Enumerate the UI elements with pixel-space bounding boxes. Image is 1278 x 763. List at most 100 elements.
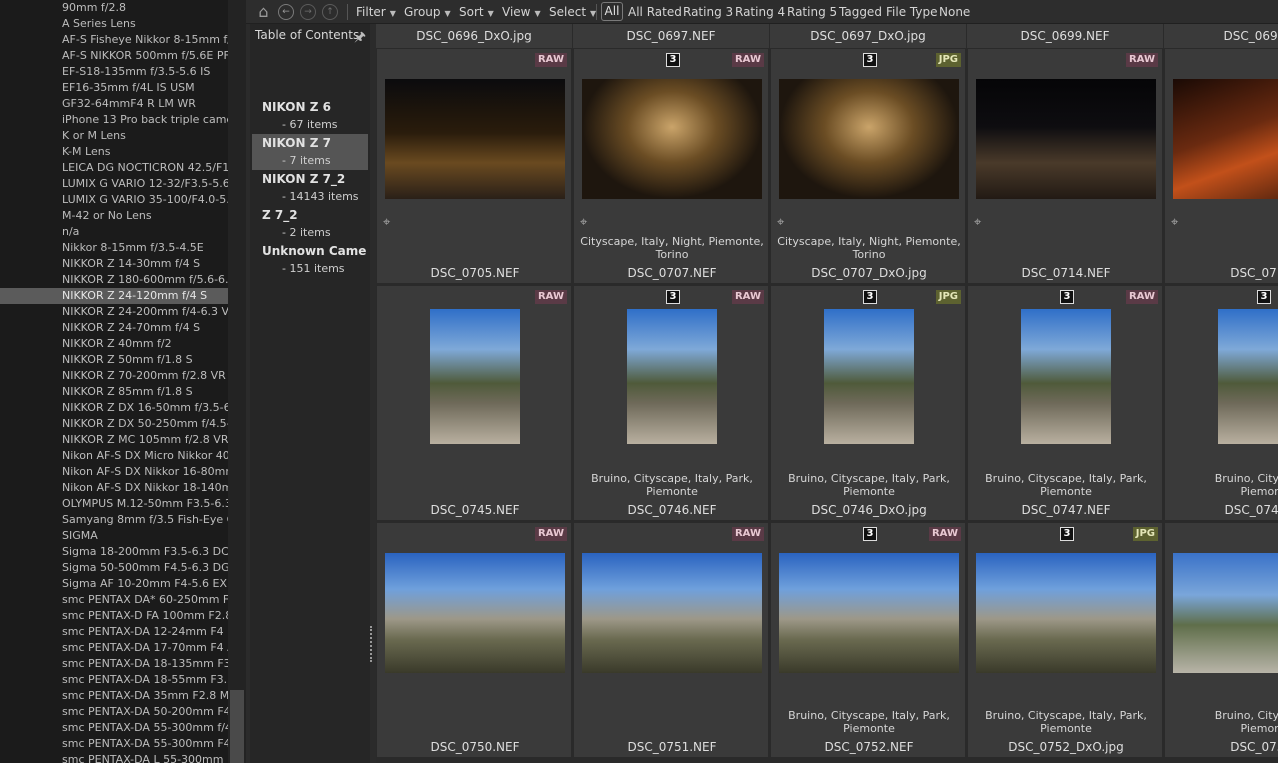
lens-list-item[interactable]: NIKKOR Z DX 16-50mm f/3.5-6.3 V [0,400,228,416]
lens-list-item[interactable]: OLYMPUS M.12-50mm F3.5-6.3 [0,496,228,512]
lens-list-item[interactable]: smc PENTAX-DA 35mm F2.8 Macro [0,688,228,704]
photo-thumbnail[interactable] [824,309,914,444]
lens-list-item[interactable]: LUMIX G VARIO 12-32/F3.5-5.6 [0,176,228,192]
thumbnail-cell[interactable]: JPG 3 ⌖ Cityscape, Italy, Night, Piemonte, T… [770,48,966,284]
up-arrow-icon[interactable]: ↑ [322,4,338,20]
thumbnail-cell[interactable]: RAW 3 Bruino, Cityscape, Italy, Park, Piemo… [967,285,1163,521]
photo-thumbnail[interactable] [976,553,1156,673]
view-menu[interactable]: View ▼ [502,5,541,19]
filter-tagged[interactable]: Tagged [839,5,882,19]
photo-thumbnail[interactable] [582,553,762,673]
lens-scrollbar[interactable] [228,0,246,763]
lens-list-item[interactable]: K-M Lens [0,144,228,160]
photo-thumbnail[interactable] [1173,79,1278,199]
group-menu[interactable]: Group ▼ [404,5,451,19]
lens-list-item[interactable]: NIKKOR Z 70-200mm f/2.8 VR S [0,368,228,384]
lens-list-item[interactable]: M-42 or No Lens [0,208,228,224]
lens-list-item[interactable]: smc PENTAX-D FA 100mm F2.8 Ma [0,608,228,624]
thumbnail-cell[interactable]: RAW ⌖ DSC_0714.NEF [967,48,1163,284]
lens-list-item[interactable]: GF32-64mmF4 R LM WR [0,96,228,112]
lens-list-item[interactable]: NIKKOR Z MC 105mm f/2.8 VR S [0,432,228,448]
panel-resize-handle[interactable] [370,626,372,662]
lens-list-item[interactable]: Sigma 50-500mm F4.5-6.3 DG OS H [0,560,228,576]
lens-list-item[interactable]: K or M Lens [0,128,228,144]
lens-list-item[interactable]: EF-S18-135mm f/3.5-5.6 IS [0,64,228,80]
lens-list-item[interactable]: NIKKOR Z 24-120mm f/4 S [0,288,228,304]
lens-list-item[interactable]: Sigma AF 10-20mm F4-5.6 EX DC d [0,576,228,592]
lens-list-item[interactable]: SIGMA [0,528,228,544]
filter-rating-5[interactable]: Rating 5 [787,5,837,19]
stack-count-badge[interactable]: 3 [863,527,877,541]
lens-list-item[interactable]: NIKKOR Z 24-70mm f/4 S [0,320,228,336]
photo-thumbnail[interactable] [385,553,565,673]
photo-thumbnail[interactable] [1021,309,1111,444]
thumbnail-cell[interactable]: RAW DSC_0745.NEF [376,285,572,521]
thumbnail-cell[interactable]: JPG 3 Bruino, Cityscape, Italy, Park, Piemo… [770,285,966,521]
lens-list-item[interactable]: smc PENTAX DA* 60-250mm F4 [IF [0,592,228,608]
thumbnail-cell[interactable]: JPG 3 Bruino, Cityscape, Italy, Park, Piemo… [967,522,1163,758]
lens-list-item[interactable]: Sigma 18-200mm F3.5-6.3 DC or Ot [0,544,228,560]
lens-list-item[interactable]: EF16-35mm f/4L IS USM [0,80,228,96]
pin-icon[interactable]: 🖈 [354,28,366,50]
stack-count-badge[interactable]: 3 [1257,290,1271,304]
lens-list-item[interactable]: smc PENTAX-DA 55-300mm f/4-5.8 [0,720,228,736]
lens-list-item[interactable]: smc PENTAX-DA 55-300mm F4-5.8 [0,736,228,752]
lens-list-item[interactable]: smc PENTAX-DA 50-200mm F4-5.6 [0,704,228,720]
photo-thumbnail[interactable] [779,79,959,199]
filter-none[interactable]: None [939,5,970,19]
lens-list-item[interactable]: NIKKOR Z DX 50-250mm f/4.5-6.3 [0,416,228,432]
thumbnail-cell[interactable]: Bruino, CityscapePiemont DSC_0753. [1164,522,1278,758]
stack-count-badge[interactable]: 3 [1060,290,1074,304]
select-menu[interactable]: Select ▼ [549,5,596,19]
lens-list-item[interactable]: NIKKOR Z 50mm f/1.8 S [0,352,228,368]
lens-list-item[interactable]: NIKKOR Z 24-200mm f/4-6.3 VR [0,304,228,320]
lens-list-item[interactable]: NIKKOR Z 40mm f/2 [0,336,228,352]
lens-list-item[interactable]: n/a [0,224,228,240]
lens-list-item[interactable]: smc PENTAX-DA 17-70mm F4 AL [ [0,640,228,656]
back-arrow-icon[interactable]: ← [278,4,294,20]
filter-file-type[interactable]: File Type [886,5,937,19]
toc-group-item[interactable]: Unknown Camer… - 151 items [252,242,368,278]
filter-menu[interactable]: Filter ▼ [356,5,396,19]
thumbnail-cell[interactable]: RAW 3 Bruino, Cityscape, Italy, Park, Piemo… [770,522,966,758]
filter-all-rated[interactable]: All Rated [628,5,682,19]
lens-list-item[interactable]: Nikon AF-S DX Nikkor 18-140mm f/ [0,480,228,496]
photo-thumbnail[interactable] [779,553,959,673]
sort-menu[interactable]: Sort ▼ [459,5,494,19]
lens-list-item[interactable]: iPhone 13 Pro back triple camera 5 [0,112,228,128]
photo-thumbnail[interactable] [976,79,1156,199]
lens-list-item[interactable]: 90mm f/2.8 [0,0,228,16]
lens-list-item[interactable]: LUMIX G VARIO 35-100/F4.0-5.6 [0,192,228,208]
thumbnail-cell[interactable]: RAW DSC_0750.NEF [376,522,572,758]
filter-rating-3[interactable]: Rating 3 [683,5,733,19]
toc-group-item[interactable]: NIKON Z 6 - 67 items [252,98,368,134]
thumbnail-cell[interactable]: RAW 3 Bruino, Cityscape, Italy, Park, Piemo… [573,285,769,521]
photo-thumbnail[interactable] [1173,553,1278,673]
stack-count-badge[interactable]: 3 [863,290,877,304]
filter-all-button[interactable]: All [601,2,623,21]
lens-list-item[interactable]: NIKKOR Z 180-600mm f/5.6-6.3 VR [0,272,228,288]
lens-list-item[interactable]: NIKKOR Z 14-30mm f/4 S [0,256,228,272]
stack-count-badge[interactable]: 3 [1060,527,1074,541]
lens-list-item[interactable]: smc PENTAX-DA 18-135mm F3.5-5 [0,656,228,672]
lens-list-item[interactable]: AF-S Fisheye Nikkor 8-15mm f/3.5- [0,32,228,48]
home-icon[interactable]: ⌂ [255,3,272,20]
lens-list-item[interactable]: NIKKOR Z 85mm f/1.8 S [0,384,228,400]
toc-group-item[interactable]: Z 7_2 - 2 items [252,206,368,242]
stack-count-badge[interactable]: 3 [666,290,680,304]
lens-list-item[interactable]: Nikkor 8-15mm f/3.5-4.5E [0,240,228,256]
filter-rating-4[interactable]: Rating 4 [735,5,785,19]
toc-group-item[interactable]: NIKON Z 7 - 7 items [252,134,368,170]
photo-thumbnail[interactable] [582,79,762,199]
thumbnail-cell[interactable]: ⌖ DSC_0715. [1164,48,1278,284]
lens-list-item[interactable]: Samyang 8mm f/3.5 Fish-Eye CS [0,512,228,528]
lens-list-item[interactable]: Nikon AF-S DX Nikkor 16-80mm f/2 [0,464,228,480]
photo-thumbnail[interactable] [385,79,565,199]
lens-list-item[interactable]: smc PENTAX-DA L 55-300mm F4-5. [0,752,228,763]
toc-group-item[interactable]: NIKON Z 7_2 - 14143 items [252,170,368,206]
stack-count-badge[interactable]: 3 [666,53,680,67]
lens-scrollbar-thumb[interactable] [230,690,244,763]
lens-list-item[interactable]: smc PENTAX-DA 18-55mm F3.5-5.6 [0,672,228,688]
lens-list-item[interactable]: LEICA DG NOCTICRON 42.5/F1.2 [0,160,228,176]
lens-list-item[interactable]: Nikon AF-S DX Micro Nikkor 40mm [0,448,228,464]
